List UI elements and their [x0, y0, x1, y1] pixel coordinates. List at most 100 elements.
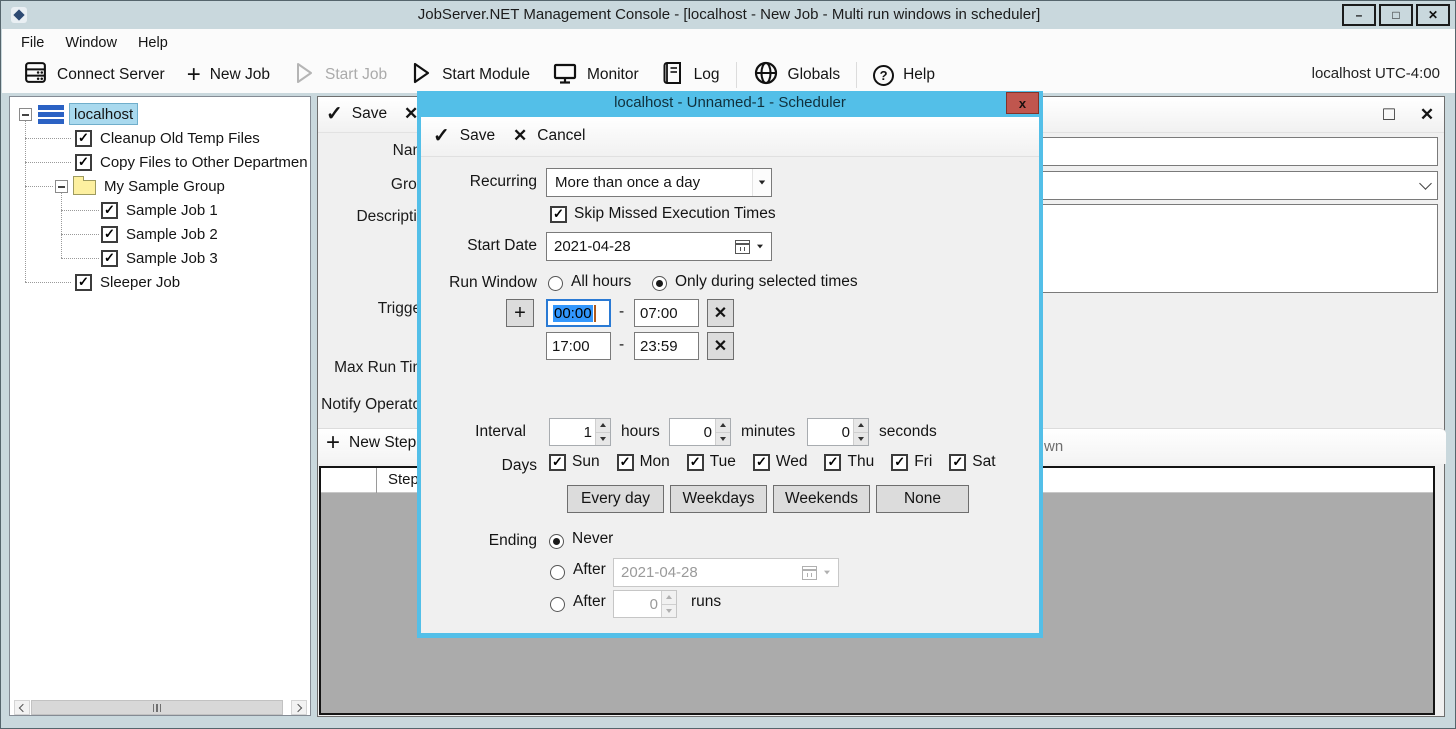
- day-checkbox[interactable]: ✓: [949, 454, 966, 471]
- job-checkbox[interactable]: ✓: [101, 250, 118, 267]
- none-button[interactable]: None: [876, 485, 969, 513]
- ending-date-picker[interactable]: 2021-04-28: [613, 558, 839, 587]
- ending-after-date-radio[interactable]: [550, 565, 565, 580]
- new-job-button[interactable]: + New Job: [176, 58, 281, 92]
- tree-item-copy-files[interactable]: ✓ Copy Files to Other Departmen: [75, 150, 308, 174]
- tree-item-cleanup[interactable]: ✓ Cleanup Old Temp Files: [75, 126, 260, 150]
- close-button[interactable]: ✕: [1416, 4, 1450, 26]
- spin-down-button[interactable]: [595, 432, 610, 446]
- after-runs-label[interactable]: After: [573, 593, 606, 611]
- tree-expander-icon[interactable]: [19, 108, 32, 121]
- menu-file[interactable]: File: [21, 35, 44, 51]
- day-checkbox[interactable]: ✓: [891, 454, 908, 471]
- menu-help[interactable]: Help: [138, 35, 168, 51]
- tree-item-sample-group[interactable]: My Sample Group: [73, 174, 225, 198]
- day-checkbox[interactable]: ✓: [549, 454, 566, 471]
- time-from-input-2[interactable]: 17:00: [546, 332, 611, 360]
- spin-down-button[interactable]: [853, 432, 868, 446]
- time-from-input-1[interactable]: 00:00: [546, 299, 611, 327]
- job-save-button[interactable]: ✓ Save: [326, 104, 387, 124]
- recurring-dropdown[interactable]: More than once a day: [546, 168, 772, 197]
- all-hours-label[interactable]: All hours: [571, 273, 631, 291]
- horizontal-scrollbar-thumb[interactable]: [31, 700, 283, 715]
- tree-expander-icon[interactable]: [55, 180, 68, 193]
- weekdays-button[interactable]: Weekdays: [670, 485, 767, 513]
- day-checkbox[interactable]: ✓: [753, 454, 770, 471]
- start-date-picker[interactable]: 2021-04-28: [546, 232, 772, 261]
- day-checkbox[interactable]: ✓: [824, 454, 841, 471]
- every-day-button[interactable]: Every day: [567, 485, 664, 513]
- time-to-input-2[interactable]: 23:59: [634, 332, 699, 360]
- scroll-left-button[interactable]: [14, 700, 30, 715]
- job-checkbox[interactable]: ✓: [75, 130, 92, 147]
- connection-status: localhost UTC-4:00: [1312, 65, 1440, 82]
- tree-item-sample-job-3[interactable]: ✓ Sample Job 3: [101, 246, 218, 270]
- job-close-button[interactable]: ✕: [1414, 102, 1440, 128]
- spin-up-button[interactable]: [661, 591, 676, 604]
- maximize-button[interactable]: □: [1379, 4, 1413, 26]
- delete-time-range-button[interactable]: ✕: [707, 299, 734, 327]
- runs-spinner[interactable]: 0: [613, 590, 677, 618]
- job-checkbox[interactable]: ✓: [101, 226, 118, 243]
- new-step-button[interactable]: + New Step: [326, 433, 416, 453]
- spin-down-button[interactable]: [661, 604, 676, 618]
- ending-after-runs-radio[interactable]: [550, 597, 565, 612]
- weekends-button[interactable]: Weekends: [773, 485, 870, 513]
- interval-minutes-spinner[interactable]: 0: [669, 418, 731, 446]
- start-job-label: Start Job: [325, 66, 387, 84]
- tree-item-sample-job-2[interactable]: ✓ Sample Job 2: [101, 222, 218, 246]
- scheduler-close-button[interactable]: x: [1006, 92, 1039, 114]
- play-icon: [409, 60, 433, 91]
- day-wed[interactable]: ✓Wed: [753, 453, 808, 471]
- after-date-label[interactable]: After: [573, 561, 606, 579]
- interval-hours-spinner[interactable]: 1: [549, 418, 611, 446]
- skip-missed-checkbox-row[interactable]: ✓ Skip Missed Execution Times: [550, 205, 776, 223]
- spin-down-button[interactable]: [715, 432, 730, 446]
- spin-up-button[interactable]: [715, 419, 730, 432]
- day-mon[interactable]: ✓Mon: [617, 453, 670, 471]
- job-checkbox[interactable]: ✓: [101, 202, 118, 219]
- log-label: Log: [694, 66, 720, 84]
- connect-server-button[interactable]: Connect Server: [12, 58, 176, 92]
- never-label[interactable]: Never: [572, 530, 613, 548]
- scroll-right-button[interactable]: [291, 700, 307, 715]
- tree-root-localhost[interactable]: localhost: [38, 102, 138, 126]
- start-module-label: Start Module: [442, 66, 530, 84]
- start-job-button[interactable]: Start Job: [281, 58, 398, 92]
- job-checkbox[interactable]: ✓: [75, 154, 92, 171]
- delete-time-range-button[interactable]: ✕: [707, 332, 734, 360]
- day-sat[interactable]: ✓Sat: [949, 453, 995, 471]
- tree-item-sleeper-job[interactable]: ✓ Sleeper Job: [75, 270, 180, 294]
- day-checkbox[interactable]: ✓: [687, 454, 704, 471]
- monitor-label: Monitor: [587, 66, 639, 84]
- log-button[interactable]: Log: [650, 58, 731, 92]
- help-button[interactable]: ? Help: [862, 58, 946, 92]
- day-checkbox[interactable]: ✓: [617, 454, 634, 471]
- tree-item-sample-job-1[interactable]: ✓ Sample Job 1: [101, 198, 218, 222]
- scheduler-cancel-button[interactable]: ✕ Cancel: [513, 126, 586, 146]
- selected-times-radio[interactable]: [652, 276, 667, 291]
- job-maximize-button[interactable]: □: [1376, 102, 1402, 128]
- scheduler-save-button[interactable]: ✓ Save: [433, 126, 495, 146]
- spin-up-button[interactable]: [853, 419, 868, 432]
- day-tue[interactable]: ✓Tue: [687, 453, 736, 471]
- job-checkbox[interactable]: ✓: [75, 274, 92, 291]
- day-thu[interactable]: ✓Thu: [824, 453, 874, 471]
- dropdown-arrow-icon[interactable]: [752, 169, 771, 196]
- add-time-range-button[interactable]: +: [506, 299, 534, 327]
- interval-seconds-spinner[interactable]: 0: [807, 418, 869, 446]
- minimize-button[interactable]: –: [1342, 4, 1376, 26]
- toolbar-separator: [856, 62, 857, 88]
- spin-up-button[interactable]: [595, 419, 610, 432]
- skip-missed-checkbox[interactable]: ✓: [550, 206, 567, 223]
- start-module-button[interactable]: Start Module: [398, 58, 541, 92]
- globals-button[interactable]: Globals: [742, 58, 852, 92]
- selected-times-label[interactable]: Only during selected times: [675, 273, 858, 291]
- day-fri[interactable]: ✓Fri: [891, 453, 932, 471]
- day-sun[interactable]: ✓Sun: [549, 453, 600, 471]
- all-hours-radio[interactable]: [548, 276, 563, 291]
- ending-never-radio[interactable]: [549, 534, 564, 549]
- menu-window[interactable]: Window: [65, 35, 117, 51]
- monitor-button[interactable]: Monitor: [541, 58, 650, 92]
- time-to-input-1[interactable]: 07:00: [634, 299, 699, 327]
